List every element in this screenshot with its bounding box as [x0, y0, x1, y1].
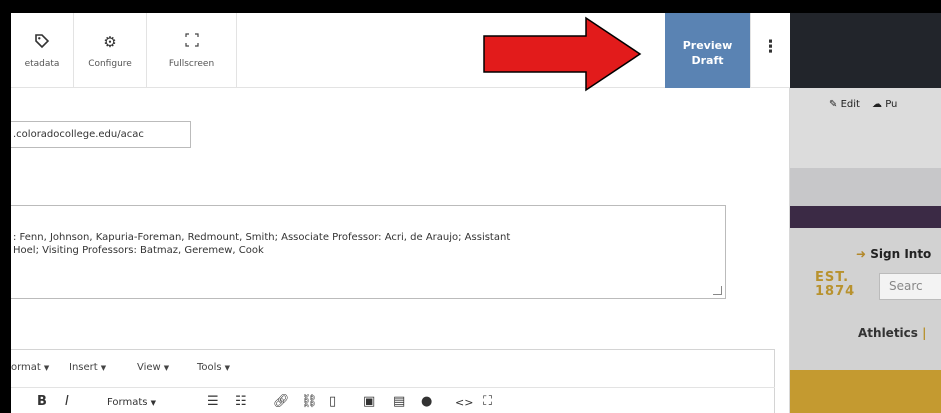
- metadata-label: etadata: [24, 59, 60, 69]
- faculty-text: : Fenn, Johnson, Kapuria-Foreman, Redmou…: [13, 232, 511, 256]
- site-publish-label: Pu: [885, 99, 898, 110]
- draft-label: Draft: [691, 54, 724, 67]
- fullscreen-label: Fullscreen: [168, 59, 215, 69]
- site-edit-link[interactable]: ✎ Edit: [829, 99, 860, 110]
- link-icon[interactable]: 🔗︎: [273, 394, 290, 409]
- expand-icon: [147, 33, 236, 51]
- rich-text-editor: ormat ▼ Insert ▼ View ▼ Tools ▼ B I Formats …: [11, 349, 775, 413]
- preview-label: Preview: [682, 39, 733, 52]
- est-line: EST.: [815, 270, 850, 285]
- metadata-button[interactable]: etadata: [11, 13, 74, 88]
- editor-toolbar: etadata ⚙ Configure Fullscreen se Previe…: [11, 13, 790, 88]
- preview-draft-button[interactable]: Preview Draft: [665, 13, 750, 88]
- cloud-icon: ☁: [872, 99, 882, 110]
- screen: ✎ Edit ☁ Pu ➜ Sign Into EST. 1874 Searc A…: [0, 0, 941, 413]
- site-sign-in-label: Sign Into: [870, 247, 932, 261]
- caret-down-icon: ▼: [100, 364, 107, 372]
- site-header-bar: [790, 0, 941, 88]
- site-edit-label: Edit: [840, 99, 860, 110]
- site-sign-in-link[interactable]: ➜ Sign Into: [856, 247, 931, 261]
- est-year: 1874: [815, 284, 856, 299]
- menu-insert-label: Insert: [69, 362, 98, 373]
- caret-down-icon: ▼: [224, 364, 231, 372]
- site-nav-athletics[interactable]: Athletics |: [858, 326, 927, 340]
- formats-dropdown[interactable]: Formats ▼: [107, 397, 156, 408]
- sign-in-icon: ➜: [856, 247, 867, 261]
- menu-tools[interactable]: Tools ▼: [197, 362, 230, 373]
- unlink-icon[interactable]: ⛓: [301, 394, 318, 409]
- caret-down-icon: ▼: [43, 364, 50, 372]
- editor-menu-bar: ormat ▼ Insert ▼ View ▼ Tools ▼: [11, 350, 775, 388]
- site-band: [790, 168, 941, 206]
- media-icon[interactable]: ▤: [393, 394, 405, 409]
- embed-icon[interactable]: ●: [421, 394, 432, 409]
- annotation-arrow-icon: [483, 16, 642, 92]
- screenshot-border-top: [0, 0, 941, 13]
- url-input[interactable]: .coloradocollege.edu/acac: [11, 121, 191, 148]
- configure-label: Configure: [88, 59, 132, 69]
- menu-format[interactable]: ormat ▼: [11, 362, 49, 373]
- site-nav-separator: |: [922, 326, 927, 340]
- pencil-icon: ✎: [829, 99, 838, 110]
- bookmark-icon[interactable]: ▯: [329, 394, 336, 409]
- screenshot-border-left: [0, 0, 11, 413]
- caret-down-icon: ▼: [163, 364, 170, 372]
- site-nav-athletics-label: Athletics: [858, 326, 918, 340]
- format-toolbar: B I Formats ▼ ☰ ☷ 🔗︎ ⛓ ▯ ▣ ▤ ● <> ⛶: [11, 388, 775, 413]
- fullscreen-button[interactable]: Fullscreen: [147, 13, 237, 88]
- editor-panel: etadata ⚙ Configure Fullscreen se Previe…: [11, 13, 790, 413]
- resize-handle-icon[interactable]: [713, 286, 722, 295]
- gear-icon: ⚙: [103, 33, 117, 51]
- site-publish-link[interactable]: ☁ Pu: [872, 99, 897, 110]
- site-edit-toolbar: [790, 88, 941, 168]
- site-logo-est: EST. 1874: [815, 271, 855, 299]
- configure-button[interactable]: ⚙ Configure: [74, 13, 147, 88]
- menu-view-label: View: [137, 362, 161, 373]
- source-code-icon[interactable]: <>: [455, 396, 473, 409]
- site-purple-band: [790, 206, 941, 228]
- tag-icon: [11, 33, 73, 51]
- menu-view[interactable]: View ▼: [137, 362, 169, 373]
- fullscreen-editor-icon[interactable]: ⛶: [483, 394, 492, 409]
- faculty-textarea[interactable]: : Fenn, Johnson, Kapuria-Foreman, Redmou…: [11, 205, 726, 299]
- caret-down-icon: ▼: [150, 399, 157, 407]
- more-options-button[interactable]: ⋮: [750, 13, 790, 88]
- bullet-list-icon[interactable]: ☰: [207, 394, 219, 409]
- bold-button[interactable]: B: [37, 394, 47, 409]
- site-search-input[interactable]: Searc: [879, 273, 941, 300]
- menu-insert[interactable]: Insert ▼: [69, 362, 106, 373]
- menu-tools-label: Tools: [197, 362, 222, 373]
- formats-label: Formats: [107, 397, 148, 408]
- site-gold-band: [790, 370, 941, 413]
- image-icon[interactable]: ▣: [363, 394, 375, 409]
- italic-button[interactable]: I: [65, 394, 69, 409]
- menu-format-label: ormat: [11, 362, 41, 373]
- numbered-list-icon[interactable]: ☷: [235, 394, 247, 409]
